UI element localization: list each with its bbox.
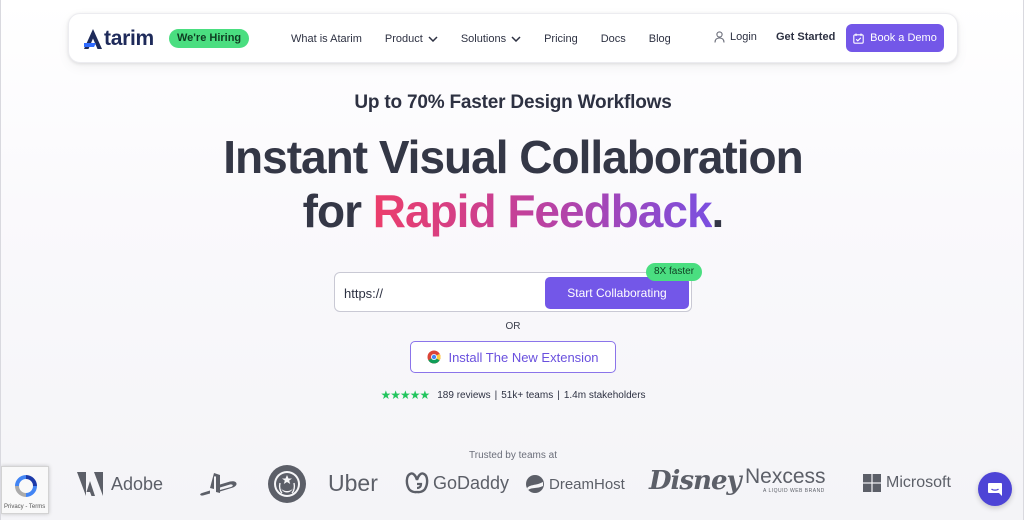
separator: | (557, 389, 560, 401)
headline-highlight: Rapid Feedback (372, 185, 713, 237)
nav-link-product[interactable]: Product (385, 33, 438, 45)
logo[interactable]: tarim (83, 27, 154, 51)
nav-link-solutions[interactable]: Solutions (461, 33, 521, 45)
get-started-link[interactable]: Get Started (776, 31, 835, 43)
nav-link-blog[interactable]: Blog (649, 33, 671, 45)
playstation-logo-icon (200, 473, 237, 496)
brand-subtitle: A LIQUID WEB BRAND (763, 488, 825, 494)
url-input[interactable] (344, 281, 534, 305)
chevron-down-icon (511, 36, 521, 42)
brand-logo-playstation (199, 471, 241, 499)
brand-logo-starbucks (267, 464, 307, 504)
logo-text: tarim (104, 27, 154, 50)
teams-count: 51k+ teams (501, 389, 554, 401)
microsoft-logo-icon (863, 474, 881, 492)
brand-name: Adobe (111, 473, 164, 494)
nav-link-docs[interactable]: Docs (601, 33, 626, 45)
nav-link-label: Docs (600, 33, 626, 45)
hero-headline-line1: Instant Visual Collaboration (223, 131, 803, 183)
headline-prefix: for (302, 185, 373, 237)
user-icon (714, 31, 725, 43)
url-form: Start Collaborating (334, 272, 692, 312)
or-divider: OR (505, 321, 521, 332)
nav-link-label: Product (384, 33, 423, 45)
login-label: Login (730, 31, 757, 43)
chevron-down-icon (428, 36, 438, 42)
start-collaborating-button[interactable]: Start Collaborating (545, 277, 689, 309)
headline-suffix: . (711, 185, 725, 237)
chrome-icon (427, 350, 441, 364)
book-demo-button[interactable]: Book a Demo (846, 24, 944, 52)
nav-link-what-is-atarim[interactable]: What is Atarim (291, 33, 362, 45)
rating-stars: ★★★★★ (380, 388, 430, 402)
brand-logo-microsoft: Microsoft (863, 474, 951, 492)
brand-logo-adobe: Adobe (77, 472, 163, 496)
recaptcha-icon (15, 475, 37, 497)
separator: | (494, 389, 498, 401)
chat-launcher[interactable] (978, 472, 1012, 506)
navbar: tarim We're Hiring What is Atarim Produc… (68, 13, 958, 63)
brand-name: Disney (649, 466, 742, 496)
brand-logos: Adobe Uber GoDaddy DreamHost Disney Nexc… (1, 464, 1023, 506)
brand-name: Nexcess (745, 465, 826, 488)
page: tarim We're Hiring What is Atarim Produc… (0, 0, 1024, 520)
brand-name: Uber (328, 470, 378, 496)
brand-logo-nexcess: Nexcess A LIQUID WEB BRAND (745, 465, 826, 495)
brand-logo-dreamhost: DreamHost (525, 474, 625, 494)
hero-kicker: Up to 70% Faster Design Workflows (354, 92, 672, 113)
stakeholders-count: 1.4m stakeholders (563, 389, 646, 401)
book-demo-label: Book a Demo (870, 32, 937, 44)
hiring-badge[interactable]: We're Hiring (169, 29, 250, 48)
install-extension-button[interactable]: Install The New Extension (410, 341, 616, 373)
atarim-logo-icon (84, 29, 102, 49)
brand-name: GoDaddy (433, 472, 510, 493)
login-link[interactable]: Login (714, 31, 757, 43)
reviews-count: 189 reviews (437, 389, 491, 401)
chat-icon (988, 483, 1002, 496)
brand-logo-godaddy: GoDaddy (405, 472, 509, 494)
godaddy-logo-icon (405, 472, 429, 494)
brand-name: Microsoft (886, 474, 951, 491)
install-extension-label: Install The New Extension (448, 349, 599, 365)
faster-badge: 8X faster (646, 263, 703, 281)
nav-link-label: Pricing (544, 33, 578, 45)
brand-logo-uber: Uber (328, 470, 378, 497)
hero-headline-line2: for Rapid Feedback. (1, 184, 1023, 238)
calendar-check-icon (853, 33, 864, 44)
adobe-logo-icon (77, 472, 103, 496)
nav-link-pricing[interactable]: Pricing (544, 33, 578, 45)
nav-link-label: Solutions (460, 33, 507, 45)
trusted-label: Trusted by teams at (469, 450, 557, 461)
social-proof: ★★★★★ 189 reviews | 51k+ teams | 1.4m st… (1, 388, 1023, 402)
nav-links: What is Atarim Product Solutions Pricing… (291, 14, 694, 64)
recaptcha-badge[interactable]: Privacy - Terms (1, 466, 49, 514)
brand-name: DreamHost (549, 475, 625, 493)
starbucks-logo-icon (268, 465, 306, 503)
dreamhost-logo-icon (526, 475, 544, 493)
nav-link-label: Blog (648, 33, 671, 45)
brand-logo-disney: Disney (649, 466, 742, 496)
nav-link-label: What is Atarim (291, 33, 362, 45)
recaptcha-links[interactable]: Privacy - Terms (4, 504, 45, 510)
